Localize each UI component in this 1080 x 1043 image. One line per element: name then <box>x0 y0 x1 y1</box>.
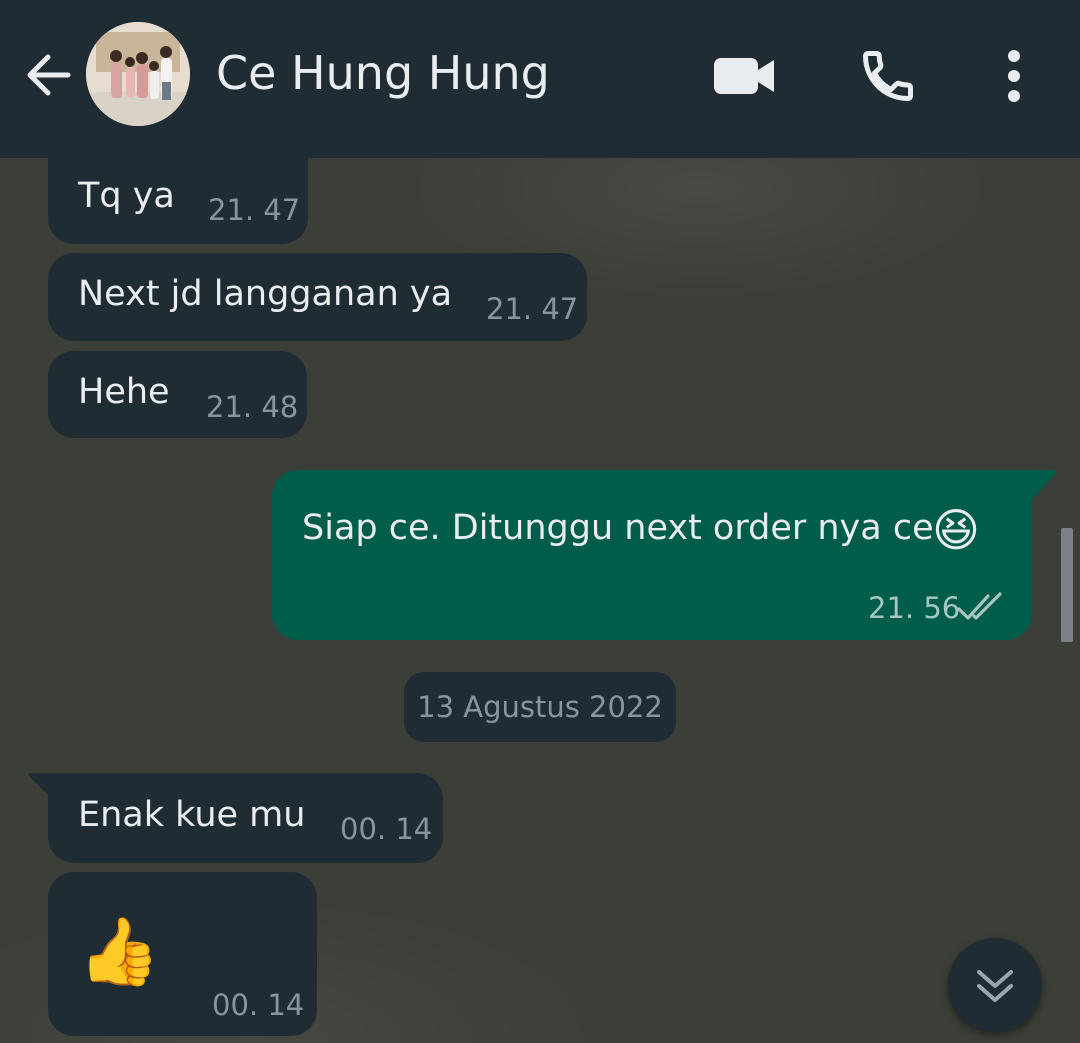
message-time: 00. 14 <box>340 812 433 846</box>
date-label: 13 Agustus 2022 <box>417 690 663 724</box>
message-time: 00. 14 <box>212 988 305 1022</box>
voice-call-button[interactable] <box>858 46 918 106</box>
message-bubble-incoming[interactable]: Tq ya 21. 47 <box>48 154 308 244</box>
double-chevron-down-icon <box>977 970 1013 1002</box>
date-separator: 13 Agustus 2022 <box>404 672 676 742</box>
laughing-emoji: 😆 <box>932 503 980 557</box>
message-time: 21. 56 <box>868 591 961 625</box>
message-bubble-incoming[interactable]: Enak kue mu 00. 14 <box>48 773 443 863</box>
arrow-left-icon <box>27 54 71 96</box>
message-time: 21. 47 <box>208 193 301 227</box>
scroll-to-bottom-button[interactable] <box>948 938 1042 1032</box>
message-text: Next jd langganan ya <box>78 274 453 314</box>
chat-header: Ce Hung Hung <box>0 0 1080 158</box>
contact-name[interactable]: Ce Hung Hung <box>216 42 550 104</box>
message-bubble-incoming[interactable]: Next jd langganan ya 21. 47 <box>48 253 587 341</box>
double-check-icon <box>957 592 1002 620</box>
scrollbar[interactable] <box>1061 528 1073 642</box>
more-vertical-icon <box>1008 50 1020 102</box>
more-options-button[interactable] <box>996 46 1032 106</box>
message-text: Siap ce. Ditunggu next order nya ce <box>302 508 934 548</box>
video-camera-icon <box>714 58 774 94</box>
message-bubble-incoming[interactable]: 👍 00. 14 <box>48 872 317 1036</box>
back-button[interactable] <box>20 46 78 104</box>
message-bubble-outgoing[interactable]: Siap ce. Ditunggu next order nya ce 😆 21… <box>272 470 1032 640</box>
message-text: Enak kue mu <box>78 795 306 835</box>
contact-avatar[interactable] <box>86 22 190 126</box>
message-bubble-incoming[interactable]: Hehe 21. 48 <box>48 351 307 438</box>
message-time: 21. 48 <box>206 390 299 424</box>
message-time: 21. 47 <box>486 292 579 326</box>
message-text: Tq ya <box>78 176 175 216</box>
video-call-button[interactable] <box>712 52 776 100</box>
family-photo <box>86 22 190 126</box>
phone-icon <box>863 51 913 101</box>
thumbs-up-emoji: 👍 <box>78 913 161 990</box>
message-text: Hehe <box>78 372 170 412</box>
